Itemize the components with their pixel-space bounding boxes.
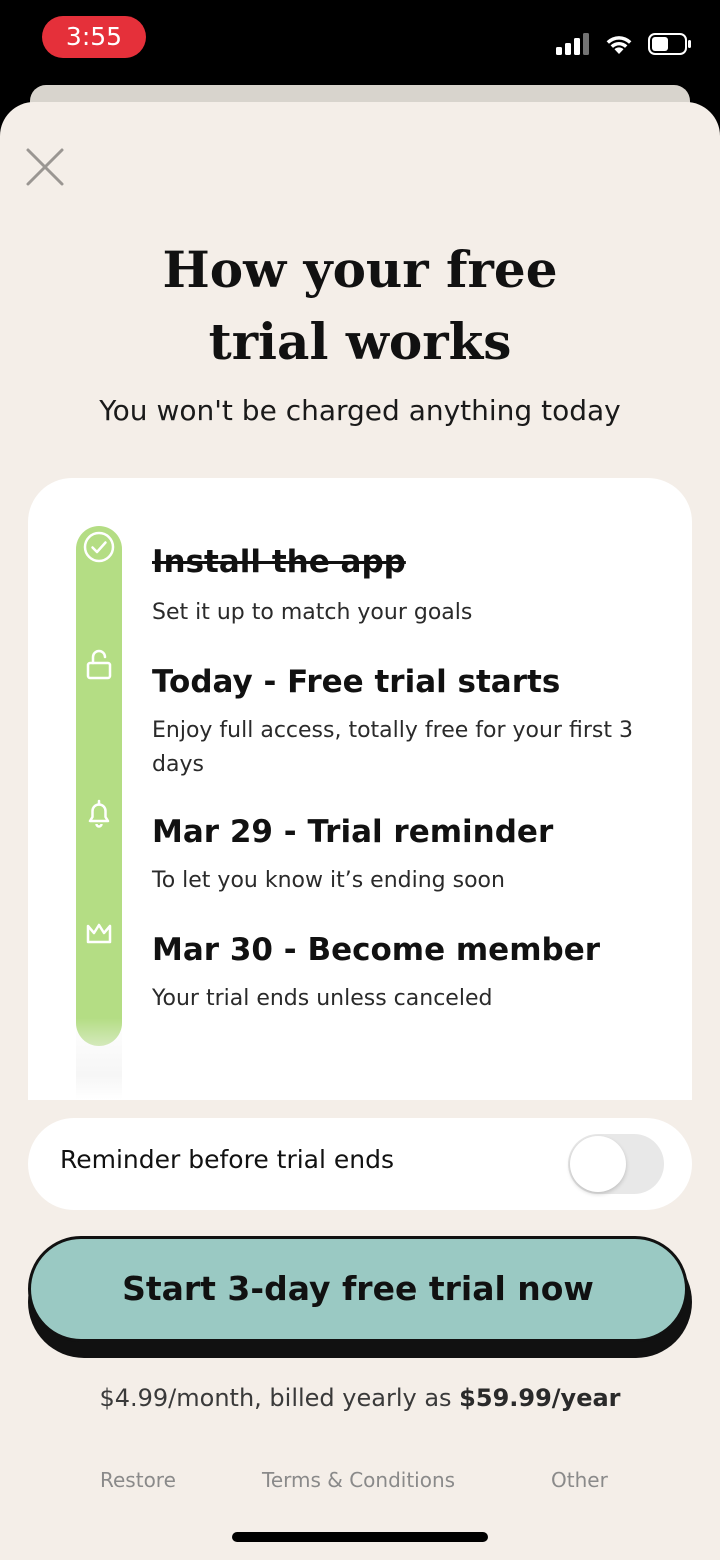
pricing-text: $4.99/month, billed yearly as $59.99/yea…	[0, 1384, 720, 1412]
timeline-progress-bar	[76, 526, 122, 1046]
bell-icon	[88, 799, 110, 828]
unlock-icon	[86, 649, 112, 680]
battery-icon	[648, 33, 691, 55]
reminder-label: Reminder before trial ends	[60, 1145, 395, 1174]
paywall-sheet: How your free trial works You won't be c…	[0, 102, 720, 1560]
step-description: Your trial ends unless canceled	[152, 986, 493, 1011]
close-icon	[26, 148, 64, 186]
status-icons	[556, 28, 692, 60]
step-description: Enjoy full access, totally free for your…	[152, 718, 633, 777]
reminder-row: Reminder before trial ends	[28, 1118, 692, 1210]
status-bar: 3:55	[0, 0, 720, 84]
page-title: How your free trial works	[0, 234, 720, 378]
start-trial-button[interactable]: Start 3-day free trial now	[28, 1236, 688, 1342]
check-circle-icon	[83, 531, 115, 563]
page-title-line2: trial works	[208, 312, 512, 371]
cellular-signal-icon	[556, 33, 589, 55]
page-subtitle: You won't be charged anything today	[99, 394, 621, 427]
wifi-icon	[606, 36, 632, 54]
other-link[interactable]: Other	[551, 1468, 608, 1492]
status-time: 3:55	[42, 16, 146, 58]
page-title-line1: How your free	[162, 240, 558, 299]
step-title: Mar 30 - Become member	[152, 932, 601, 968]
step-description: To let you know it’s ending soon	[152, 868, 505, 893]
toggle-knob	[570, 1136, 626, 1192]
step-title: Install the app	[152, 544, 406, 580]
home-indicator	[232, 1532, 488, 1542]
step-description: Set it up to match your goals	[152, 600, 473, 625]
reminder-toggle[interactable]	[568, 1134, 664, 1194]
pricing-monthly: $4.99/month, billed yearly as	[99, 1384, 460, 1412]
terms-link[interactable]: Terms & Conditions	[262, 1468, 455, 1492]
restore-link[interactable]: Restore	[100, 1468, 176, 1492]
step-title: Mar 29 - Trial reminder	[152, 814, 554, 850]
timeline-card: Install the app Set it up to match your …	[28, 478, 692, 1100]
pricing-yearly: $59.99/year	[459, 1384, 621, 1412]
close-button[interactable]	[24, 146, 66, 188]
timeline-fade	[76, 1018, 122, 1100]
crown-icon	[86, 923, 112, 944]
step-title: Today - Free trial starts	[152, 664, 561, 700]
